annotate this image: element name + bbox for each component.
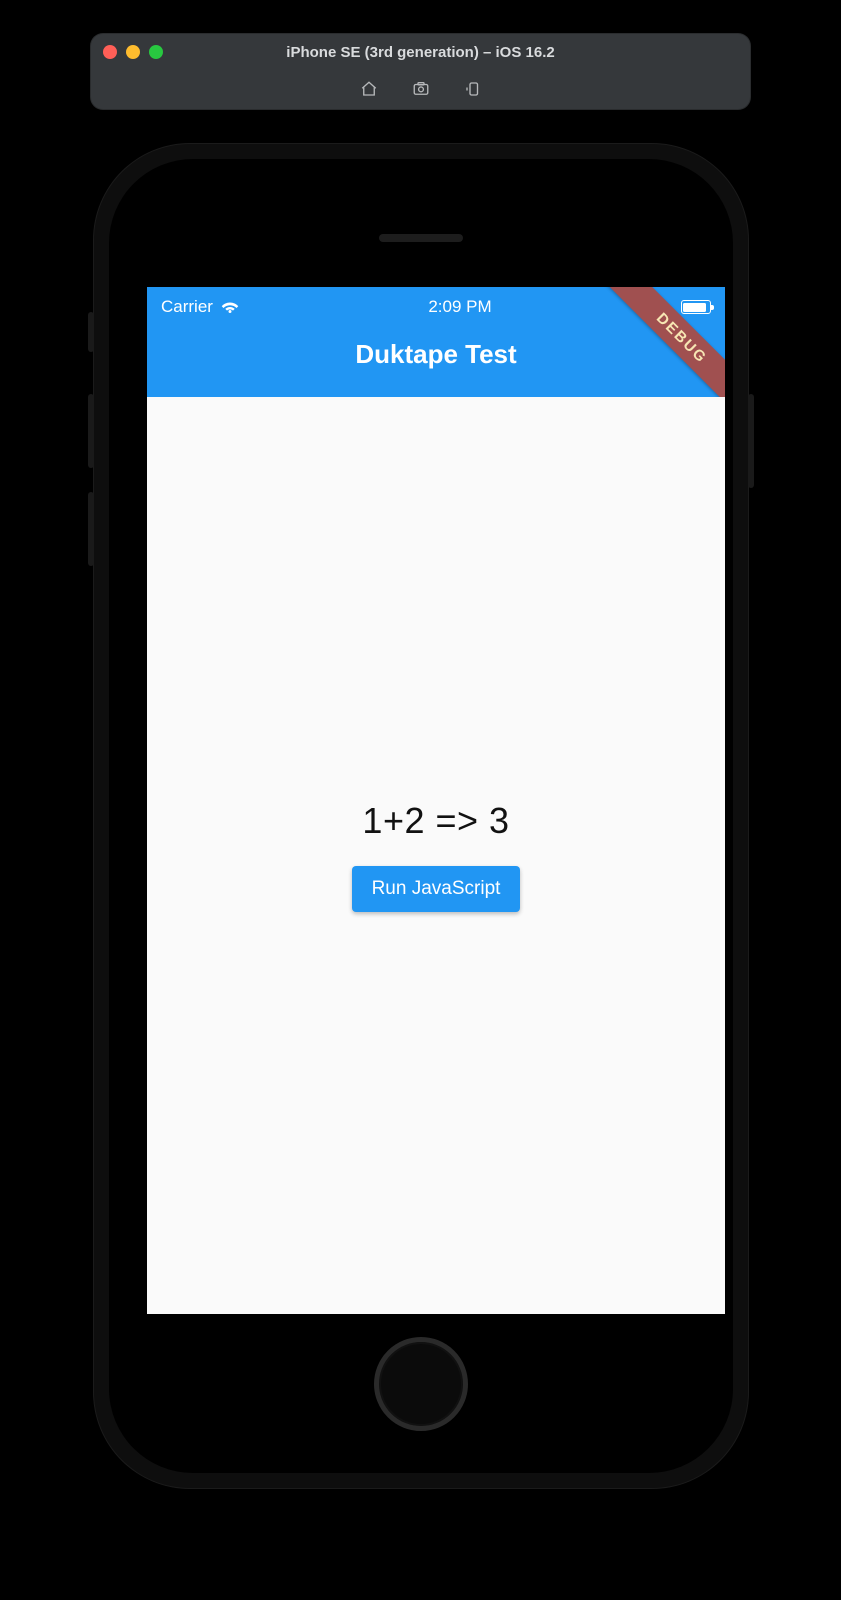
device-bezel: Carrier 2:09 PM Duktape Test DEBUG 1+2 =…	[109, 159, 733, 1473]
wifi-icon	[221, 298, 239, 316]
simulator-title: iPhone SE (3rd generation) – iOS 16.2	[103, 44, 738, 61]
app-body: 1+2 => 3 Run JavaScript	[147, 397, 725, 1314]
earpiece	[379, 234, 463, 242]
app-title: Duktape Test	[147, 327, 725, 367]
app-header: Carrier 2:09 PM Duktape Test DEBUG	[147, 287, 725, 397]
status-left: Carrier	[161, 297, 239, 317]
screenshot-icon[interactable]	[412, 80, 430, 98]
device-frame: Carrier 2:09 PM Duktape Test DEBUG 1+2 =…	[94, 144, 748, 1488]
rotate-icon[interactable]	[464, 80, 482, 98]
mute-switch[interactable]	[88, 312, 94, 352]
power-button[interactable]	[748, 394, 754, 488]
carrier-label: Carrier	[161, 297, 213, 317]
result-label: 1+2 => 3	[362, 800, 509, 842]
battery-icon	[681, 300, 711, 314]
status-right	[681, 300, 711, 314]
simulator-toolbar	[91, 70, 750, 108]
home-icon[interactable]	[360, 80, 378, 98]
app-screen: Carrier 2:09 PM Duktape Test DEBUG 1+2 =…	[147, 287, 725, 1314]
volume-down-button[interactable]	[88, 492, 94, 566]
simulator-titlebar-row: iPhone SE (3rd generation) – iOS 16.2	[91, 34, 750, 70]
simulator-titlebar: iPhone SE (3rd generation) – iOS 16.2	[91, 34, 750, 109]
home-button[interactable]	[374, 1337, 468, 1431]
clock: 2:09 PM	[428, 297, 491, 317]
volume-up-button[interactable]	[88, 394, 94, 468]
run-javascript-button[interactable]: Run JavaScript	[352, 866, 521, 912]
